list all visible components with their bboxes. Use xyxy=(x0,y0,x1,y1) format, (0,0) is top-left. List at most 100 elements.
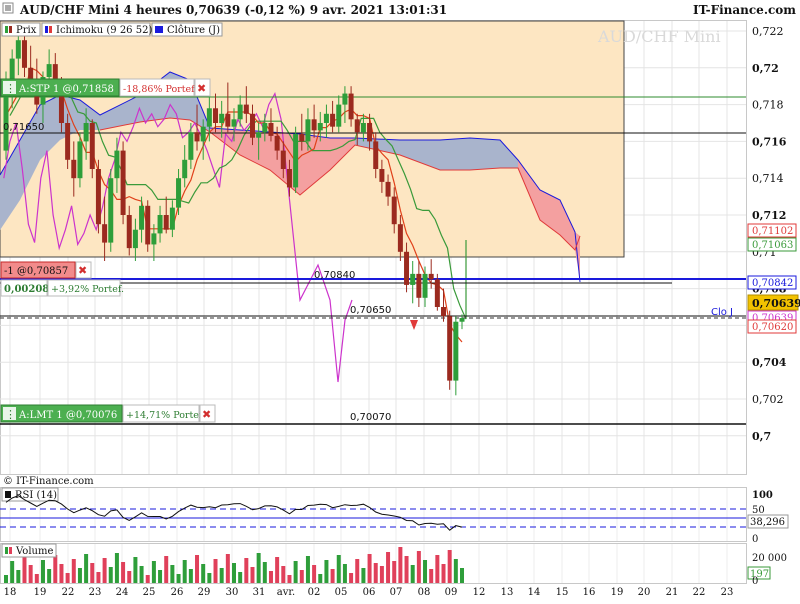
volume-bar xyxy=(133,557,138,583)
legend: Prix Ichimoku (9 26 52) Clôture (J) xyxy=(1,22,223,37)
cloture-swatch xyxy=(155,26,163,33)
candle-body xyxy=(286,169,292,188)
candle-body xyxy=(354,119,360,133)
volume-bar xyxy=(96,572,101,583)
volume-bar xyxy=(232,563,236,583)
volume-bar xyxy=(312,565,317,583)
candle-body xyxy=(453,321,459,381)
time-axis-label: 07 xyxy=(390,587,403,598)
volume-bar xyxy=(170,565,175,583)
volume-bar xyxy=(453,559,458,583)
svg-text:⋮: ⋮ xyxy=(5,82,16,95)
time-axis-label: avr. xyxy=(277,587,295,598)
volume-bar xyxy=(262,562,267,583)
close-icon: ✖ xyxy=(202,408,211,421)
stop-order-widget[interactable]: ⋮ A:STP 1 @0,71858 -18,86% Portef. ✖ xyxy=(0,78,211,97)
price-badges: 0,71102 0,71063 0,70842 0,70639 0,70639 … xyxy=(747,223,800,334)
candle-body xyxy=(71,159,77,179)
volume-bar xyxy=(410,565,415,583)
brand-name[interactable]: IT-Finance.com xyxy=(693,3,796,17)
volume-bar xyxy=(90,563,95,583)
chart-title: AUD/CHF Mini 4 heures 0,70639 (-0,12 %) … xyxy=(19,3,447,17)
rsi-level-0: 0 xyxy=(752,534,758,545)
candle-body xyxy=(410,273,416,285)
volume-bar xyxy=(398,547,403,583)
time-axis-label: 25 xyxy=(143,587,156,598)
volume-bar xyxy=(77,568,82,583)
price-tick-label: 0,722 xyxy=(752,25,784,38)
candle-body xyxy=(15,40,21,59)
candle-body xyxy=(243,104,249,114)
time-axis-label: 08 xyxy=(418,587,431,598)
volume-bar xyxy=(65,573,70,583)
candle-body xyxy=(299,134,305,142)
volume-bar xyxy=(188,569,193,583)
volume-bar xyxy=(404,556,409,583)
candle-body xyxy=(404,251,410,285)
volume-bar xyxy=(4,575,8,583)
price-tick-label: 0,712 xyxy=(752,209,786,222)
time-axis-label: 06 xyxy=(363,587,376,598)
candle-body xyxy=(330,113,336,127)
volume-bar xyxy=(355,559,360,583)
volume-bar xyxy=(275,557,280,583)
candle-body xyxy=(108,178,114,243)
time-axis-label: 21 xyxy=(666,587,679,598)
price-tick-label: 0,716 xyxy=(752,135,787,148)
close-icon: ✖ xyxy=(197,82,206,95)
limit-pnl: +14,71% Portef. xyxy=(126,410,205,421)
svg-text:0,71063: 0,71063 xyxy=(752,240,793,251)
volume-bar xyxy=(53,555,58,583)
time-axis-label: 23 xyxy=(721,587,734,598)
volume-bar xyxy=(102,558,107,583)
candle-body xyxy=(397,224,403,252)
volume-bar xyxy=(287,575,292,583)
limit-order-widget[interactable]: ⋮ A:LMT 1 @0,70076 +14,71% Portef. ✖ xyxy=(0,404,216,423)
label-70650: 0,70650 xyxy=(350,305,391,316)
time-axis-label: 13 xyxy=(501,587,514,598)
stop-pnl: -18,86% Portef. xyxy=(123,84,197,95)
candle-body xyxy=(311,119,317,131)
candle-body xyxy=(169,207,175,230)
candle-body xyxy=(428,273,434,280)
candle-body xyxy=(336,104,342,127)
volume-bar xyxy=(164,556,169,583)
svg-text:Volume: Volume xyxy=(15,546,53,557)
time-axis-label: 16 xyxy=(583,587,596,598)
candle-body xyxy=(256,132,262,138)
svg-text:Clôture (J): Clôture (J) xyxy=(167,25,220,36)
time-axis-label: 02 xyxy=(308,587,321,598)
candle-body xyxy=(268,123,274,136)
time-axis-label: 14 xyxy=(528,587,541,598)
volume-bar xyxy=(318,574,323,583)
volume-bar xyxy=(435,555,440,583)
ichimoku-swatch-red xyxy=(49,26,52,33)
volume-bar xyxy=(244,558,249,583)
svg-text:38,296: 38,296 xyxy=(750,517,785,528)
candle-body xyxy=(323,113,329,123)
candle-body xyxy=(83,123,89,142)
candle-body xyxy=(95,169,101,225)
volume-bar xyxy=(361,568,366,583)
stop-order-label: A:STP 1 @0,71858 xyxy=(18,84,114,95)
volume-bar xyxy=(182,560,187,583)
candle-body xyxy=(416,273,422,298)
candle-body xyxy=(280,150,286,169)
candle-body xyxy=(188,132,194,160)
candle-body xyxy=(237,104,243,120)
time-axis-label: 05 xyxy=(335,587,348,598)
volume-bar xyxy=(22,556,27,583)
time-axis-label: 31 xyxy=(253,587,266,598)
chart-window: 0,71650 0,70840 0,70650 0,70070 Clo J AU… xyxy=(0,0,800,600)
candle-body xyxy=(274,135,280,151)
time-axis-label: 15 xyxy=(556,587,569,598)
svg-text:Prix: Prix xyxy=(16,25,37,36)
volume-bar xyxy=(441,564,446,583)
volume-bar xyxy=(28,565,33,583)
rsi-level-100: 100 xyxy=(752,490,773,501)
svg-text:⋮: ⋮ xyxy=(5,408,16,421)
candle-body xyxy=(360,123,366,133)
candle-body xyxy=(379,169,385,182)
volume-bar xyxy=(392,561,397,583)
limit-order-label: A:LMT 1 @0,70076 xyxy=(18,410,117,421)
